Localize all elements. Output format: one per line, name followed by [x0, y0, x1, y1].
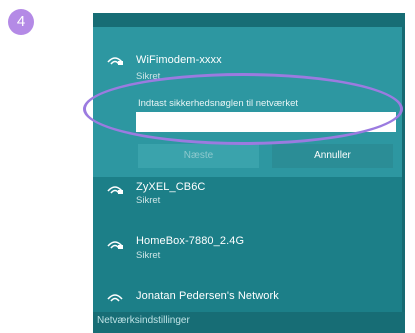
network-name: ZyXEL_CB6C	[136, 181, 206, 193]
wifi-icon	[107, 294, 123, 302]
network-name: WiFimodem-xxxx	[136, 54, 222, 66]
screenshot-stage: 4 WiFimodem-xxxx Sikret Indtast sikkerhe…	[0, 0, 415, 333]
cancel-button[interactable]: Annuller	[272, 144, 393, 168]
network-status: Sikret	[136, 250, 161, 261]
security-key-input[interactable]	[136, 112, 396, 132]
scrollbar[interactable]	[402, 27, 405, 312]
flyout-top-strip	[93, 13, 405, 27]
network-status: Sikret	[136, 195, 161, 206]
network-status: Sikret	[136, 71, 161, 82]
network-name: HomeBox-7880_2.4G	[136, 235, 245, 247]
step-number-badge: 4	[8, 9, 34, 35]
network-settings-link[interactable]: Netværksindstillinger	[93, 312, 405, 333]
next-button[interactable]: Næste	[138, 144, 259, 168]
network-item-selected[interactable]: WiFimodem-xxxx Sikret Indtast sikkerheds…	[93, 27, 405, 177]
security-key-prompt: Indtast sikkerhedsnøglen til netværket	[138, 98, 298, 109]
network-flyout: WiFimodem-xxxx Sikret Indtast sikkerheds…	[93, 13, 405, 333]
wifi-secured-icon	[107, 241, 123, 249]
wifi-secured-icon	[107, 57, 123, 65]
wifi-secured-icon	[107, 186, 123, 194]
network-name: Jonatan Pedersen's Network	[136, 290, 279, 302]
